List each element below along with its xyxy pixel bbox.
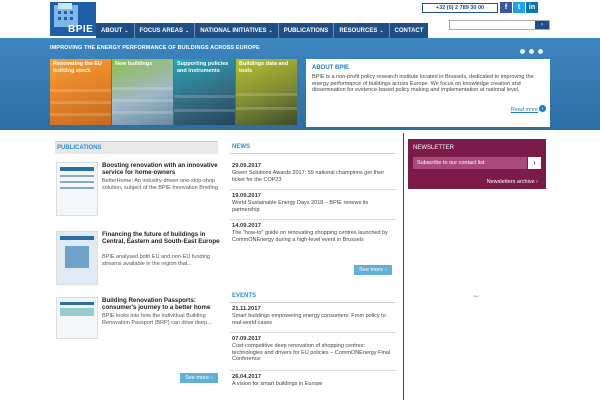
news-date: 14.09.2017: [232, 223, 262, 229]
event-item[interactable]: 21.11.2017 Smart buildings empowering en…: [232, 306, 396, 326]
carousel-dot[interactable]: [529, 49, 534, 54]
search-button[interactable]: ›: [535, 21, 549, 29]
tile-label: New buildings: [115, 61, 153, 67]
nav-item-about[interactable]: ABOUT ⌄: [96, 23, 135, 38]
main-nav: ABOUT ⌄ FOCUS AREAS ⌄ NATIONAL INITIATIVES…: [96, 23, 429, 38]
chevron-down-icon: ⌄: [185, 27, 190, 34]
divider: [230, 219, 396, 220]
nav-item-publications[interactable]: PUBLICATIONS: [278, 23, 335, 38]
chevron-right-icon: ›: [385, 267, 387, 273]
publication-desc: BPIE looks into how the individual Build…: [102, 313, 212, 326]
about-body: BPIE is a non-profit policy research ins…: [312, 74, 534, 93]
events-heading: EVENTS: [230, 290, 395, 303]
tile-renovating[interactable]: Renovating the EU building stock: [50, 59, 111, 125]
about-heading: ABOUT BPIE: [312, 65, 350, 71]
event-date: 21.11.2017: [232, 306, 261, 312]
loading-spinner-icon: ⁓: [473, 294, 479, 300]
search-input[interactable]: [450, 21, 535, 29]
publication-thumbnail[interactable]: [56, 297, 98, 339]
event-item[interactable]: 07.09.2017 Cost-competitive deep renovat…: [232, 336, 396, 363]
chevron-right-icon: ›: [211, 375, 213, 381]
news-date: 29.09.2017: [232, 163, 262, 169]
news-item[interactable]: 29.09.2017 Green Solutions Awards 2017: …: [232, 163, 396, 183]
event-text[interactable]: A vision for smart buildings in Europe: [232, 381, 396, 388]
about-box: ABOUT BPIE BPIE is a non-profit policy r…: [306, 59, 550, 127]
tile-label: Supporting policies and instruments: [177, 61, 229, 74]
news-item[interactable]: 19.09.2017 World Sustainable Energy Days…: [232, 193, 396, 213]
publication-desc: BPIE analysed both EU and non-EU funding…: [102, 254, 210, 267]
newsletter-submit-button[interactable]: ›: [528, 157, 541, 169]
news-item[interactable]: 14.09.2017 The "how-to" guide on renovat…: [232, 223, 396, 243]
publication-thumbnail[interactable]: [56, 231, 98, 285]
chevron-right-icon[interactable]: ›: [539, 105, 546, 112]
publication-title[interactable]: Boosting renovation with an innovative s…: [102, 162, 220, 176]
column-divider: [403, 133, 404, 400]
logo-text: BPIE: [68, 24, 94, 35]
newsletter-heading: NEWSLETTER: [413, 145, 455, 151]
publication-desc: BetterHome: An industry-driven one-stop-…: [102, 178, 218, 191]
newsletter-box: NEWSLETTER Subscribe to our contact list…: [408, 139, 546, 189]
phone-number[interactable]: +32 (0) 2 789 30 00: [422, 3, 498, 13]
tile-supporting-policies[interactable]: Supporting policies and instruments: [174, 59, 235, 125]
bpie-logo[interactable]: BPIE: [50, 2, 96, 36]
publications-see-more-button[interactable]: See more ›: [180, 373, 218, 383]
linkedin-icon[interactable]: in: [526, 2, 538, 13]
carousel-dots: [520, 49, 543, 54]
nav-item-national-initiatives[interactable]: NATIONAL INITIATIVES ⌄: [195, 23, 279, 38]
nav-item-focus-areas[interactable]: FOCUS AREAS ⌄: [134, 23, 196, 38]
twitter-icon[interactable]: t: [513, 2, 525, 13]
tile-buildings-data[interactable]: Buildings data and tools: [236, 59, 297, 125]
divider: [230, 332, 396, 333]
nav-item-label: FOCUS AREAS: [139, 27, 183, 34]
event-text[interactable]: Cost-competitive deep renovation of shop…: [232, 343, 396, 363]
carousel-dot[interactable]: [538, 49, 543, 54]
news-heading: NEWS: [230, 141, 395, 154]
newsletter-subscribe-field[interactable]: Subscribe to our contact list: [413, 157, 527, 169]
see-more-label: See more: [185, 375, 209, 381]
nav-item-resources[interactable]: RESOURCES ⌄: [334, 23, 390, 38]
publication-title[interactable]: Financing the future of buildings in Cen…: [102, 231, 220, 245]
publications-heading: PUBLICATIONS: [55, 141, 218, 154]
nav-item-contact[interactable]: CONTACT: [389, 23, 429, 38]
nav-item-label: NATIONAL INITIATIVES: [200, 27, 267, 34]
divider: [230, 189, 396, 190]
event-item[interactable]: 26.04.2017 A vision for smart buildings …: [232, 374, 396, 388]
search-box: ›: [449, 20, 550, 30]
news-see-more-button[interactable]: See more ›: [354, 265, 392, 275]
news-text[interactable]: The "how-to" guide on renovating shoppin…: [232, 230, 396, 243]
hero-tagline: IMPROVING THE ENERGY PERFORMANCE OF BUIL…: [50, 45, 260, 51]
divider: [230, 370, 396, 371]
nav-item-label: RESOURCES: [339, 27, 378, 34]
read-more-link[interactable]: Read more: [511, 107, 538, 113]
chevron-down-icon: ⌄: [379, 27, 384, 34]
event-text[interactable]: Smart buildings empowering energy consum…: [232, 313, 396, 326]
tile-new-buildings[interactable]: New buildings: [112, 59, 173, 125]
tile-label: Buildings data and tools: [239, 61, 289, 74]
nav-item-label: PUBLICATIONS: [283, 27, 329, 34]
event-date: 07.09.2017: [232, 336, 262, 342]
top-bar: BPIE ABOUT ⌄ FOCUS AREAS ⌄ NATIONAL INITIA…: [0, 0, 600, 38]
chevron-down-icon: ⌄: [268, 27, 273, 34]
facebook-icon[interactable]: f: [500, 2, 512, 13]
tile-label: Renovating the EU building stock: [53, 61, 102, 74]
publication-thumbnail[interactable]: [56, 162, 98, 216]
news-text[interactable]: Green Solutions Awards 2017: 59 national…: [232, 170, 396, 183]
see-more-label: See more: [359, 267, 383, 273]
nav-item-label: CONTACT: [394, 27, 424, 34]
event-date: 26.04.2017: [232, 374, 262, 380]
newsletters-archive-link[interactable]: Newsletters archive ›: [487, 179, 538, 185]
news-date: 19.09.2017: [232, 193, 262, 199]
carousel-dot[interactable]: [520, 49, 525, 54]
chevron-down-icon: ⌄: [124, 27, 129, 34]
news-text[interactable]: World Sustainable Energy Days 2018 – BPI…: [232, 200, 396, 213]
nav-item-label: ABOUT: [101, 27, 123, 34]
publication-title[interactable]: Building Renovation Passports: consumer'…: [102, 297, 220, 311]
